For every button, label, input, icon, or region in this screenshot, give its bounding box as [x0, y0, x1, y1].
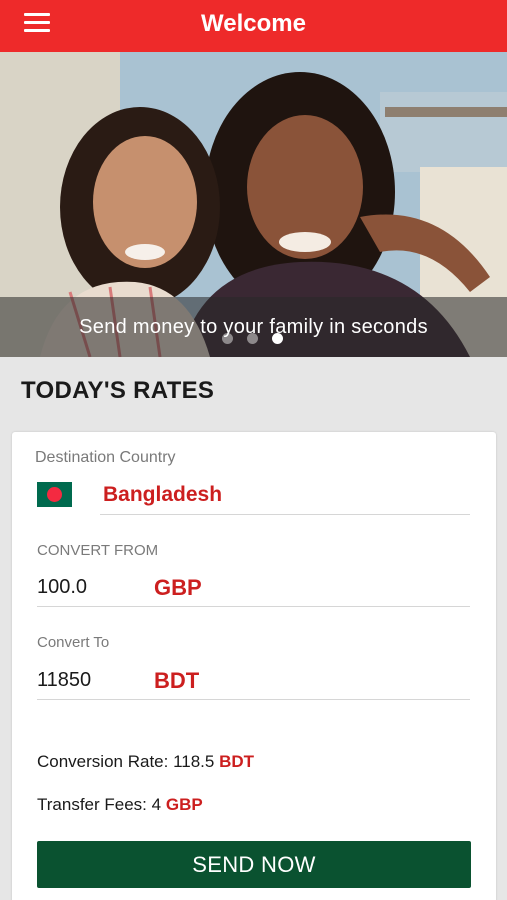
convert-from-currency[interactable]: GBP — [154, 575, 202, 601]
convert-to-label: Convert To — [37, 634, 110, 651]
bangladesh-flag-icon[interactable] — [37, 482, 72, 507]
transfer-fees-row: Transfer Fees: 4 GBP — [37, 795, 203, 815]
convert-from-amount-input[interactable]: 100.0 — [37, 576, 87, 599]
page-title: Welcome — [201, 10, 306, 37]
destination-country-select[interactable]: Bangladesh — [100, 478, 470, 515]
transfer-fees-currency: GBP — [165, 795, 203, 814]
transfer-fees-label: Transfer Fees: — [37, 795, 147, 814]
carousel-dot-3[interactable] — [272, 333, 283, 344]
convert-to-amount-input[interactable]: 11850 — [37, 669, 91, 692]
rates-title: TODAY'S RATES — [21, 377, 215, 404]
convert-from-label: CONVERT FROM — [37, 542, 159, 559]
country-underline — [100, 514, 470, 515]
conversion-rate-row: Conversion Rate: 118.5 BDT — [37, 752, 254, 772]
transfer-fees-value: 4 — [151, 795, 162, 814]
destination-country-label: Destination Country — [35, 449, 176, 466]
convert-to-currency[interactable]: BDT — [154, 668, 199, 694]
convert-to-underline — [37, 699, 470, 700]
hero-carousel[interactable]: Send money to your family in seconds — [0, 52, 507, 357]
carousel-dot-2[interactable] — [247, 333, 258, 344]
top-app-bar: Welcome — [0, 0, 507, 52]
conversion-rate-value: 118.5 — [173, 752, 215, 771]
carousel-indicator — [222, 333, 283, 344]
conversion-rate-currency: BDT — [219, 752, 255, 771]
send-now-button[interactable]: SEND NOW — [37, 841, 471, 888]
carousel-dot-1[interactable] — [222, 333, 233, 344]
country-name: Bangladesh — [103, 483, 223, 506]
conversion-rate-label: Conversion Rate: — [37, 752, 169, 771]
convert-from-underline — [37, 606, 470, 607]
